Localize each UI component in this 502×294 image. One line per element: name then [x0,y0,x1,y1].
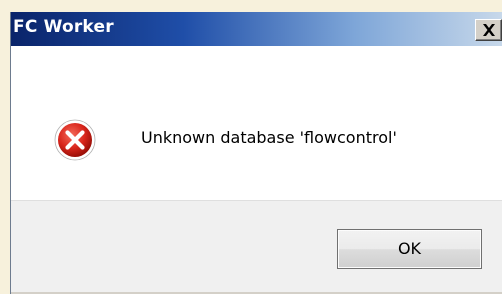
dialog-body: Unknown database 'flowcontrol' [11,46,502,200]
error-icon [54,119,96,161]
button-bar: OK [11,200,502,294]
dialog-title: FC Worker [13,17,114,37]
close-button[interactable] [475,19,502,41]
ok-button[interactable]: OK [337,229,482,269]
error-message: Unknown database 'flowcontrol' [141,128,397,147]
error-dialog: FC Worker Unknown database 'flowcontrol'… [10,12,502,294]
title-bar[interactable]: FC Worker [11,12,502,46]
close-icon [483,24,495,36]
